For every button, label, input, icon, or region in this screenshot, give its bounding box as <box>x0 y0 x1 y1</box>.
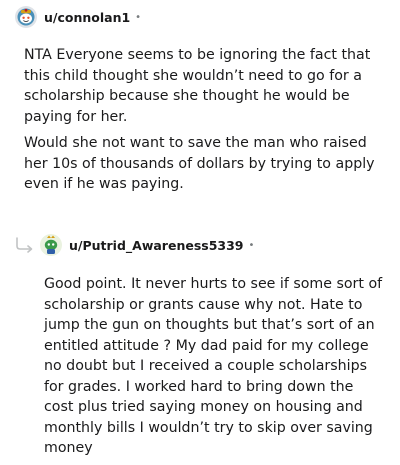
comment: u/connolan1 • NTA Everyone seems to be i… <box>0 0 400 201</box>
meta-separator: • <box>135 11 142 23</box>
comment-header: u/Putrid_Awareness5339 • <box>0 228 400 262</box>
comment-body: NTA Everyone seems to be ignoring the fa… <box>0 45 400 195</box>
comment-paragraph: Would she not want to save the man who r… <box>24 135 375 192</box>
user-avatar-icon[interactable] <box>40 234 62 256</box>
username-link[interactable]: u/connolan1 <box>44 10 130 25</box>
username-link[interactable]: u/Putrid_Awareness5339 <box>69 238 244 253</box>
comment-body: Good point. It never hurts to see if som… <box>0 274 400 459</box>
reply-comment: u/Putrid_Awareness5339 • Good point. It … <box>0 228 400 465</box>
comment-header: u/connolan1 • <box>0 0 400 34</box>
meta-separator: • <box>248 239 255 251</box>
user-avatar-icon[interactable] <box>15 6 37 28</box>
comment-paragraph: Good point. It never hurts to see if som… <box>44 276 383 456</box>
comment-paragraph: NTA Everyone seems to be ignoring the fa… <box>24 47 371 125</box>
reply-arrow-icon <box>14 235 36 255</box>
